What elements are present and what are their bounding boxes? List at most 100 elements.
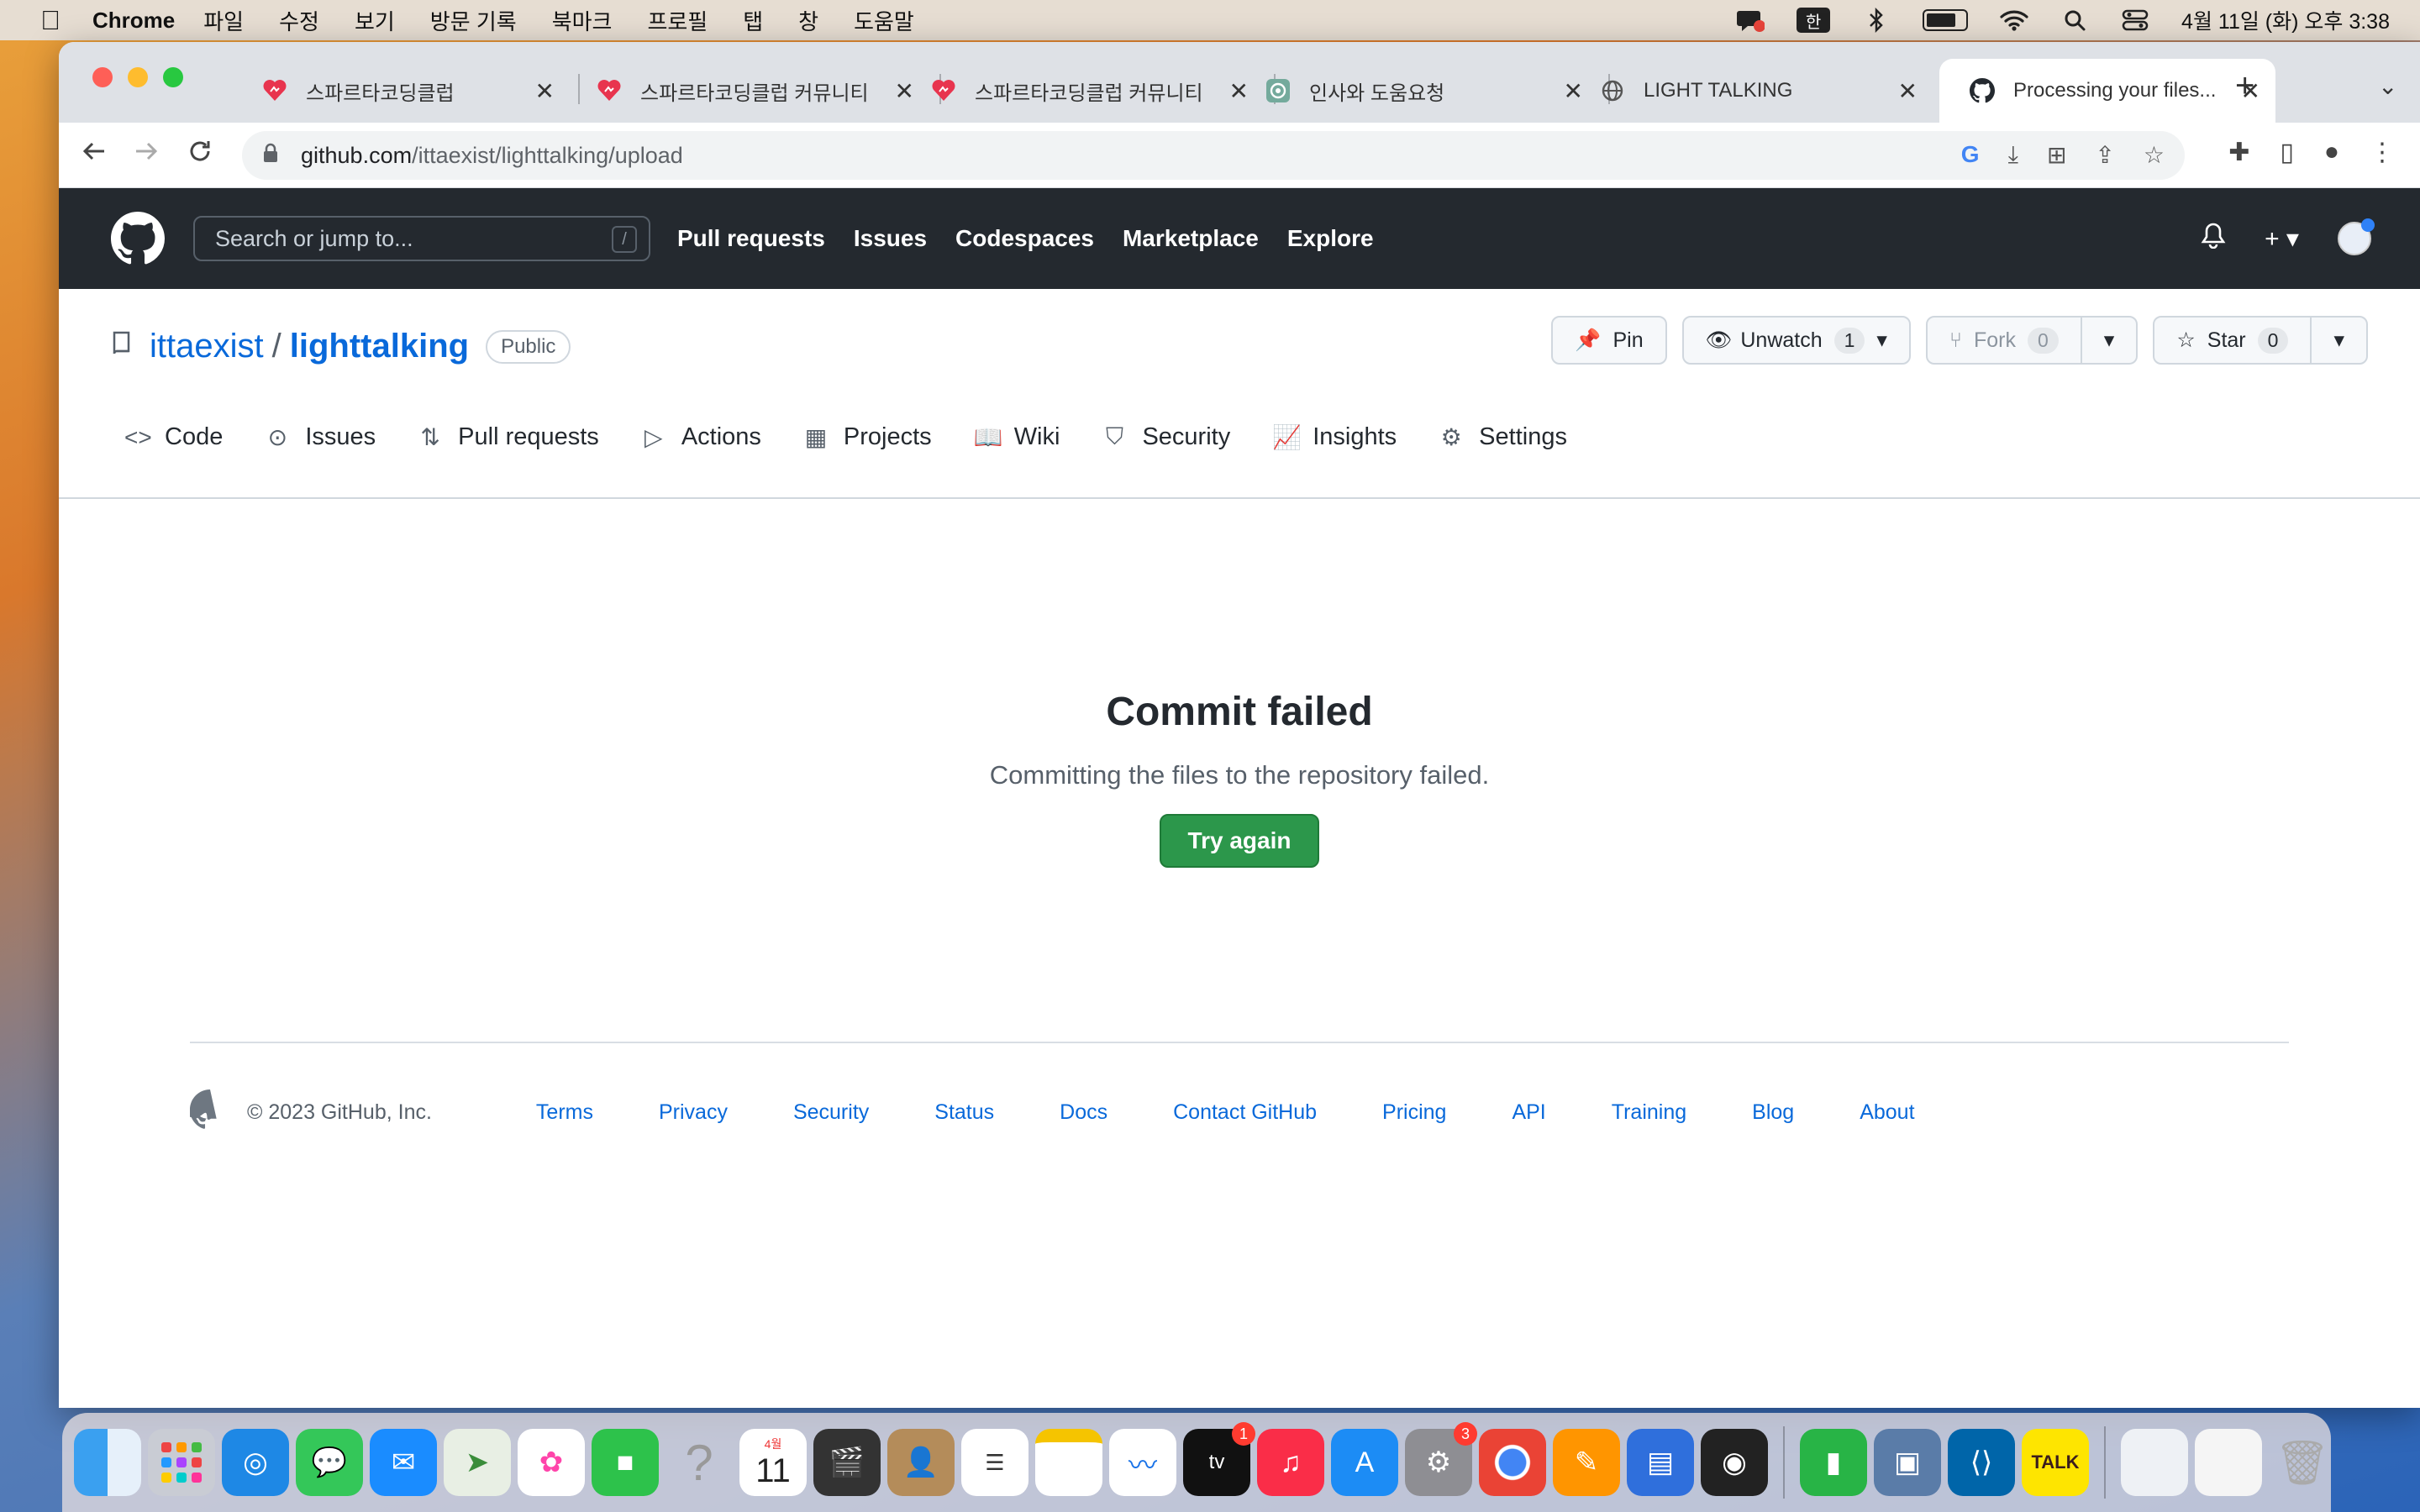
menu-bookmarks[interactable]: 북마크 [552, 5, 613, 36]
side-panel-icon[interactable]: ▯ [2280, 138, 2294, 167]
pin-button[interactable]: 📌 Pin [1551, 316, 1667, 365]
menu-edit[interactable]: 수정 [279, 5, 319, 36]
back-arrow-icon[interactable] [81, 138, 108, 172]
repo-name-link[interactable]: lighttalking [290, 328, 469, 365]
github-logo-icon[interactable] [111, 212, 165, 265]
extensions-puzzle-icon[interactable]: ✚ [2228, 138, 2249, 167]
app-store-icon[interactable]: A [1331, 1429, 1398, 1496]
apple-menu-icon[interactable]:  [30, 5, 71, 36]
github-footer-logo-icon[interactable] [186, 1089, 230, 1136]
pages-icon[interactable]: ✎ [1553, 1429, 1620, 1496]
chrome-menu-icon[interactable]: ⋮ [2370, 138, 2395, 167]
footer-link-docs[interactable]: Docs [1060, 1100, 1107, 1125]
tab-search-chevron-icon[interactable]: ⌄ [2378, 72, 2397, 100]
chat-status-icon[interactable] [1736, 8, 1765, 33]
fullscreen-window-button[interactable] [163, 67, 183, 87]
menu-file[interactable]: 파일 [203, 5, 244, 36]
profile-avatar-icon[interactable]: ● [2324, 138, 2339, 167]
recent-document-thumbnail[interactable] [2121, 1429, 2188, 1496]
browser-tab[interactable]: 인사와 도움요청 ✕ [1235, 59, 1598, 123]
menu-profiles[interactable]: 프로필 [647, 5, 708, 36]
new-tab-icon[interactable]: + [2235, 67, 2254, 105]
kakaotalk-icon[interactable]: TALK [2022, 1429, 2089, 1496]
minimize-window-button[interactable] [128, 67, 148, 87]
menubar-clock[interactable]: 4월 11일 (화) 오후 3:38 [2181, 5, 2390, 35]
user-avatar[interactable] [2338, 218, 2375, 255]
facetime-icon[interactable]: ■ [592, 1429, 659, 1496]
footer-link-security[interactable]: Security [793, 1100, 869, 1125]
tab-insights[interactable]: 📈 Insights [1272, 423, 1397, 451]
mail-icon[interactable]: ✉ [370, 1429, 437, 1496]
footer-link-training[interactable]: Training [1612, 1100, 1686, 1125]
messages-icon[interactable]: 💬 [296, 1429, 363, 1496]
footer-link-privacy[interactable]: Privacy [659, 1100, 728, 1125]
contacts-icon[interactable]: 👤 [887, 1429, 955, 1496]
browser-tab[interactable]: 스파르타코딩클럽 커뮤니티 | ✕ [901, 59, 1264, 123]
lock-icon[interactable] [262, 143, 286, 168]
nav-codespaces[interactable]: Codespaces [955, 225, 1094, 252]
fork-button[interactable]: ⑂ Fork 0 [1928, 318, 2081, 363]
try-again-button[interactable]: Try again [1160, 814, 1319, 868]
footer-link-blog[interactable]: Blog [1752, 1100, 1794, 1125]
final-cut-icon[interactable]: 🎬 [813, 1429, 881, 1496]
github-search-input[interactable]: Search or jump to... / [193, 216, 650, 261]
google-icon[interactable]: G [1961, 141, 1980, 169]
app-menu-chrome[interactable]: Chrome [92, 8, 175, 34]
browser-tab[interactable]: LIGHT TALKING ✕ [1570, 59, 1933, 123]
wifi-icon[interactable] [2000, 8, 2028, 33]
input-source-indicator[interactable]: 한 [1797, 8, 1831, 33]
tab-security[interactable]: ⛉ Security [1102, 423, 1230, 451]
unwatch-button[interactable]: 👁 Unwatch 1 ▾ [1681, 316, 1911, 365]
footer-link-terms[interactable]: Terms [536, 1100, 593, 1125]
notifications-bell-icon[interactable] [2201, 222, 2226, 255]
control-center-icon[interactable] [2121, 8, 2149, 33]
freeform-icon[interactable]: 〰 [1109, 1429, 1176, 1496]
tab-code[interactable]: <> Code [124, 423, 223, 451]
launchpad-icon[interactable] [148, 1429, 215, 1496]
battery-icon[interactable] [1923, 9, 1969, 31]
trash-icon[interactable]: 🗑 [2269, 1429, 2336, 1496]
tab-settings[interactable]: ⚙ Settings [1439, 423, 1567, 451]
repo-owner-link[interactable]: ittaexist [150, 328, 264, 365]
notes-icon[interactable] [1035, 1429, 1102, 1496]
downloads-stack-icon[interactable] [2195, 1429, 2262, 1496]
close-window-button[interactable] [92, 67, 113, 87]
menu-help[interactable]: 도움말 [854, 5, 914, 36]
reminders-icon[interactable]: ☰ [961, 1429, 1028, 1496]
disk-utility-icon[interactable]: ◉ [1701, 1429, 1768, 1496]
tab-actions[interactable]: ▷ Actions [641, 423, 761, 451]
apple-tv-icon[interactable]: tv 1 [1183, 1422, 1255, 1496]
browser-tab-active[interactable]: Processing your files... ✕ [1939, 59, 2275, 123]
footer-link-contact[interactable]: Contact GitHub [1173, 1100, 1317, 1125]
preview-icon[interactable]: ▣ [1874, 1429, 1941, 1496]
close-tab-icon[interactable]: ✕ [1898, 77, 1918, 105]
browser-tab[interactable]: 스파르타코딩클럽 커뮤니티 | ✕ [566, 59, 929, 123]
music-icon[interactable]: ♫ [1257, 1429, 1324, 1496]
translate-icon[interactable]: ⊞ [2047, 141, 2066, 169]
footer-link-pricing[interactable]: Pricing [1382, 1100, 1446, 1125]
fork-dropdown-chevron-icon[interactable]: ▾ [2080, 318, 2137, 363]
address-bar[interactable]: github.com/ittaexist/lighttalking/upload… [242, 131, 2185, 180]
unknown-app-icon[interactable]: ? [666, 1429, 733, 1496]
footer-link-about[interactable]: About [1860, 1100, 1914, 1125]
reload-icon[interactable] [187, 138, 213, 172]
safari-icon[interactable]: ◎ [222, 1429, 289, 1496]
spotlight-search-icon[interactable] [2060, 8, 2089, 33]
nav-marketplace[interactable]: Marketplace [1123, 225, 1259, 252]
menu-tab[interactable]: 탭 [743, 5, 763, 36]
footer-link-status[interactable]: Status [934, 1100, 994, 1125]
photos-icon[interactable]: ✿ [518, 1429, 585, 1496]
menu-history[interactable]: 방문 기록 [430, 5, 517, 36]
finder-icon[interactable] [74, 1429, 141, 1496]
create-new-plus-icon[interactable]: + ▾ [2265, 224, 2299, 254]
calendar-icon[interactable]: 4월 11 [739, 1429, 807, 1496]
forward-arrow-icon[interactable] [133, 138, 160, 172]
close-tab-icon[interactable]: ✕ [535, 77, 555, 105]
install-app-icon[interactable]: ⤓ [2008, 141, 2018, 169]
nav-explore[interactable]: Explore [1287, 225, 1374, 252]
browser-tab[interactable]: 스파르타코딩클럽 ✕ [232, 59, 570, 123]
nav-issues[interactable]: Issues [854, 225, 927, 252]
tab-issues[interactable]: ⊙ Issues [265, 423, 376, 451]
menu-window[interactable]: 창 [798, 5, 818, 36]
tab-pull-requests[interactable]: ⇅ Pull requests [418, 423, 598, 451]
